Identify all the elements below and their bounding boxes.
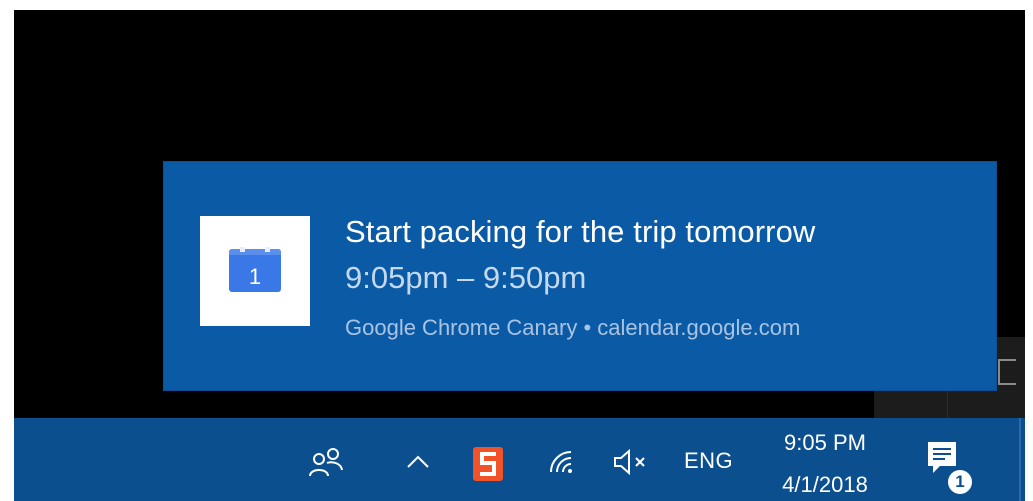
wifi-icon[interactable] <box>542 442 582 482</box>
people-icon[interactable] <box>302 440 350 484</box>
sogou-ime-icon[interactable] <box>466 442 510 486</box>
show-desktop-strip[interactable] <box>1019 418 1021 501</box>
input-language-indicator[interactable]: ENG <box>684 448 733 474</box>
taskbar-clock[interactable]: 9:05 PM 4/1/2018 <box>770 424 880 500</box>
restore-icon[interactable] <box>998 359 1016 385</box>
calendar-notification-toast[interactable]: 1 Start packing for the trip tomorrow 9:… <box>164 162 996 390</box>
clock-date: 4/1/2018 <box>782 472 868 497</box>
toast-source: Google Chrome Canary • calendar.google.c… <box>345 315 801 340</box>
chevron-up-icon[interactable] <box>398 442 438 482</box>
taskbar: ENG 9:05 PM 4/1/2018 1 <box>14 418 1025 501</box>
volume-muted-icon[interactable] <box>608 444 656 480</box>
calendar-day-number: 1 <box>249 264 261 289</box>
notification-count-badge: 1 <box>948 470 972 494</box>
clock-time: 9:05 PM <box>784 430 866 455</box>
google-calendar-icon: 1 <box>229 247 281 292</box>
action-center-button[interactable]: 1 <box>926 440 974 494</box>
app-icon-tile: 1 <box>200 216 310 326</box>
desktop: 1 Start packing for the trip tomorrow 9:… <box>14 10 1025 418</box>
toast-title: Start packing for the trip tomorrow <box>345 214 816 249</box>
toast-event-time: 9:05pm – 9:50pm <box>345 260 587 295</box>
